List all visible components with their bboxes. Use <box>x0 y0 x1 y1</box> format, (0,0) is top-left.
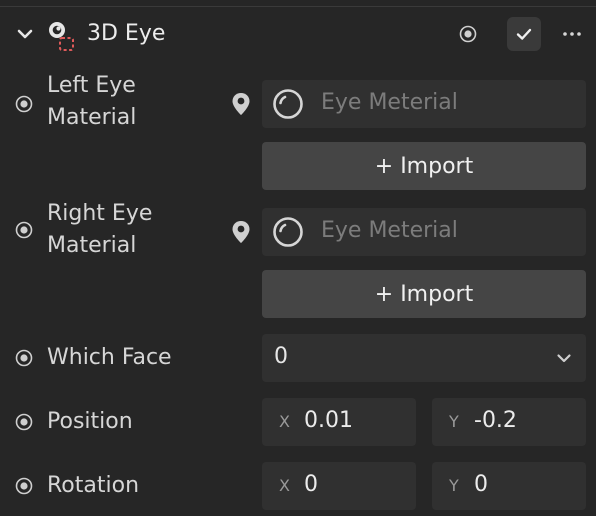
component-header: 3D Eye <box>0 12 596 56</box>
check-icon <box>516 28 532 40</box>
chevron-down-icon <box>557 354 571 363</box>
rotation-y-value: 0 <box>474 472 488 497</box>
rotation-label: Rotation <box>47 473 140 498</box>
which-face-label: Which Face <box>47 345 172 370</box>
top-divider <box>0 6 596 7</box>
left-eye-import-button[interactable]: + Import <box>262 142 586 190</box>
map-pin-icon[interactable] <box>231 92 251 116</box>
position-y-field[interactable]: Y -0.2 <box>432 398 586 446</box>
axis-label: Y <box>449 476 459 495</box>
radio-dot-icon[interactable] <box>459 25 477 43</box>
radio-dot-icon[interactable] <box>15 413 33 431</box>
right-eye-import-button[interactable]: + Import <box>262 270 586 318</box>
left-eye-material-field[interactable]: Eye Meterial <box>262 80 586 128</box>
radio-dot-icon[interactable] <box>15 477 33 495</box>
which-face-select[interactable]: 0 <box>262 334 586 382</box>
axis-label: Y <box>449 412 459 431</box>
axis-label: X <box>279 412 290 431</box>
radio-dot-icon[interactable] <box>15 221 33 239</box>
position-x-value: 0.01 <box>304 408 353 433</box>
rotation-x-value: 0 <box>304 472 318 497</box>
chevron-down-icon[interactable] <box>16 25 34 43</box>
eye-with-selection-icon <box>46 18 78 52</box>
rotation-x-field[interactable]: X 0 <box>262 462 416 510</box>
map-pin-icon[interactable] <box>231 220 251 244</box>
position-y-value: -0.2 <box>474 408 517 433</box>
more-dots-icon[interactable] <box>562 26 582 42</box>
material-name: Eye Meterial <box>321 90 458 115</box>
component-title: 3D Eye <box>87 21 166 46</box>
which-face-value: 0 <box>274 344 288 369</box>
position-label: Position <box>47 409 133 434</box>
right-eye-material-field[interactable]: Eye Meterial <box>262 208 586 256</box>
left-eye-material-label: Left Eye Material <box>47 73 137 130</box>
radio-dot-icon[interactable] <box>15 95 33 113</box>
material-name: Eye Meterial <box>321 218 458 243</box>
axis-label: X <box>279 476 290 495</box>
rotation-y-field[interactable]: Y 0 <box>432 462 586 510</box>
asset-circle-icon <box>273 217 303 247</box>
enable-toggle-button[interactable] <box>507 17 541 51</box>
radio-dot-icon[interactable] <box>15 349 33 367</box>
position-x-field[interactable]: X 0.01 <box>262 398 416 446</box>
asset-circle-icon <box>273 89 303 119</box>
right-eye-material-label: Right Eye Material <box>47 201 153 258</box>
